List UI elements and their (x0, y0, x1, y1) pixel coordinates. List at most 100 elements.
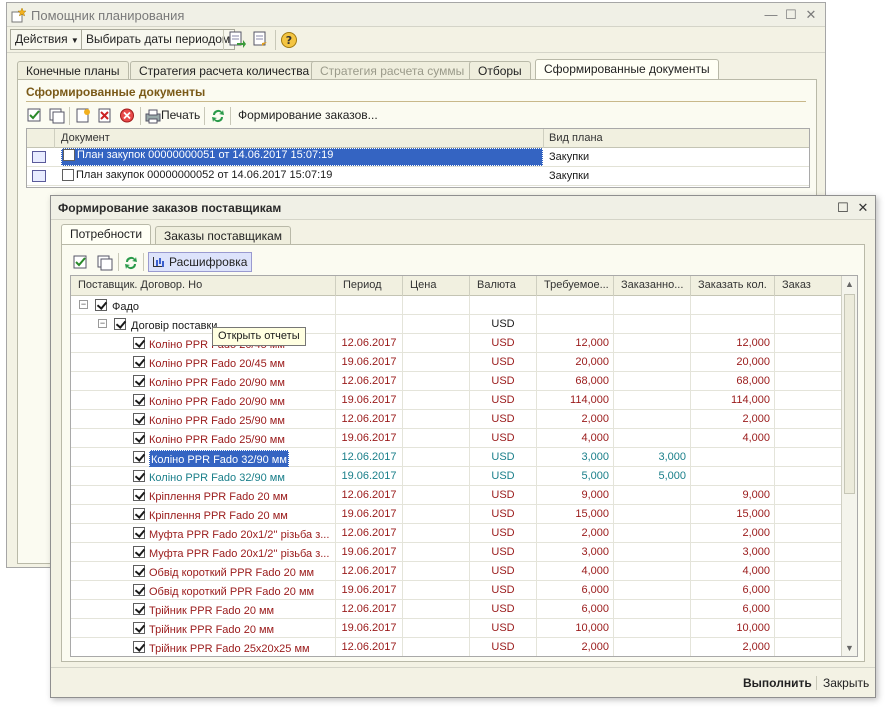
row-checkbox[interactable] (133, 584, 145, 596)
close-icon[interactable]: ✕ (853, 199, 873, 217)
row-checkbox[interactable] (133, 375, 145, 387)
table-row[interactable]: Обвід короткий PPR Fado 20 мм 19.06.2017 U… (71, 581, 842, 600)
collapse-icon[interactable]: − (79, 300, 88, 309)
column-header-to-order[interactable]: Заказать кол. (691, 276, 775, 296)
row-checkbox[interactable] (133, 432, 145, 444)
row-checkbox[interactable] (133, 470, 145, 482)
row-checkbox[interactable] (133, 622, 145, 634)
uncheck-all-icon[interactable] (48, 107, 66, 124)
report-arrow-left-icon[interactable] (227, 30, 247, 49)
table-row[interactable]: Коліно PPR Fado 25/90 мм 19.06.2017 USD 4,0… (71, 429, 842, 448)
column-header-supplier[interactable]: Поставщик. Договор. Но (71, 276, 336, 296)
form-orders-button[interactable]: Формирование заказов... (238, 108, 378, 122)
rasshifrovka-button[interactable]: Расшифровка (148, 252, 253, 272)
row-name: Коліно PPR Fado 20/90 мм (149, 377, 285, 389)
table-row[interactable]: Коліно PPR Fado 32/90 мм 12.06.2017 USD 3,0… (71, 448, 842, 467)
cancel-icon[interactable] (118, 107, 136, 124)
row-checkbox[interactable] (133, 451, 145, 463)
table-row[interactable]: План закупок 00000000052 от 14.06.2017 1… (27, 167, 809, 186)
required-cell: 2,000 (537, 638, 614, 656)
column-header-plan-type[interactable]: Вид плана (549, 132, 603, 144)
refresh-icon[interactable] (210, 108, 226, 124)
table-row[interactable]: Обвід короткий PPR Fado 20 мм 12.06.2017 U… (71, 562, 842, 581)
dialog-title-bar: Формирование заказов поставщикам ☐ ✕ (51, 196, 875, 220)
column-header-order[interactable]: Заказ (775, 276, 842, 296)
tab-quantity-strategy[interactable]: Стратегия расчета количества (130, 61, 319, 80)
table-row[interactable]: Кріплення PPR Fado 20 мм 12.06.2017 USD 9,0… (71, 486, 842, 505)
price-cell (403, 600, 470, 619)
scroll-down-icon[interactable]: ▼ (845, 643, 854, 653)
scroll-up-icon[interactable]: ▲ (845, 279, 854, 289)
tab-generated-documents[interactable]: Сформированные документы (535, 59, 719, 80)
plan-type-cell: Закупки (549, 170, 590, 182)
close-icon[interactable]: ✕ (801, 6, 821, 24)
check-all-icon[interactable] (26, 107, 44, 124)
table-row[interactable]: Коліно PPR Fado 20/90 мм 12.06.2017 USD 68,… (71, 372, 842, 391)
period-cell: 12.06.2017 (336, 334, 403, 353)
maximize-icon[interactable]: ☐ (781, 6, 801, 24)
print-button[interactable]: Печать (161, 108, 200, 122)
column-header-document[interactable]: Документ (61, 132, 110, 144)
refresh-icon[interactable] (123, 255, 139, 271)
row-checkbox[interactable] (133, 603, 145, 615)
table-row[interactable]: Трійник PPR Fado 20 мм 12.06.2017 USD 6,000… (71, 600, 842, 619)
row-checkbox[interactable] (133, 489, 145, 501)
column-header-required[interactable]: Требуемое... (537, 276, 614, 296)
printer-icon[interactable] (144, 108, 162, 124)
column-header-price[interactable]: Цена (403, 276, 470, 296)
row-checkbox[interactable] (133, 508, 145, 520)
check-all-icon[interactable] (72, 254, 90, 271)
select-period-button[interactable]: Выбирать даты периодом (81, 29, 236, 50)
ordered-cell (614, 638, 691, 656)
order-cell (775, 524, 842, 543)
table-row[interactable]: Коліно PPR Fado 32/90 мм 19.06.2017 USD 5,0… (71, 467, 842, 486)
minimize-icon[interactable]: — (761, 6, 781, 24)
delete-document-icon[interactable] (96, 107, 114, 124)
column-header-currency[interactable]: Валюта (470, 276, 537, 296)
vertical-scrollbar[interactable]: ▲ ▼ (841, 276, 857, 656)
column-header-period[interactable]: Период (336, 276, 403, 296)
table-row[interactable]: Муфта PPR Fado 20x1/2'' різьба з... 12.06… (71, 524, 842, 543)
row-checkbox[interactable] (133, 527, 145, 539)
period-cell: 19.06.2017 (336, 467, 403, 486)
row-checkbox[interactable] (114, 318, 126, 330)
row-checkbox[interactable] (133, 394, 145, 406)
table-row[interactable]: Коліно PPR Fado 25/90 мм 12.06.2017 USD 2,0… (71, 410, 842, 429)
table-row[interactable]: Кріплення PPR Fado 20 мм 19.06.2017 USD 15,… (71, 505, 842, 524)
price-cell (403, 543, 470, 562)
table-row[interactable]: − Фадо (71, 296, 842, 315)
table-row[interactable]: Трійник PPR Fado 20 мм 19.06.2017 USD 10,00… (71, 619, 842, 638)
column-header-ordered[interactable]: Заказанно... (614, 276, 691, 296)
row-checkbox[interactable] (62, 169, 74, 182)
tab-supplier-orders[interactable]: Заказы поставщикам (155, 226, 292, 245)
row-checkbox[interactable] (133, 337, 145, 349)
add-document-icon[interactable] (74, 107, 92, 124)
tab-final-plans[interactable]: Конечные планы (17, 61, 129, 80)
row-checkbox[interactable] (63, 149, 75, 162)
table-row[interactable]: Коліно PPR Fado 20/90 мм 19.06.2017 USD 114… (71, 391, 842, 410)
maximize-icon[interactable]: ☐ (833, 199, 853, 217)
scrollbar-thumb[interactable] (844, 294, 855, 494)
row-checkbox[interactable] (133, 565, 145, 577)
tab-needs[interactable]: Потребности (61, 224, 152, 245)
table-row[interactable]: Коліно PPR Fado 20/45 мм 19.06.2017 USD 20,… (71, 353, 842, 372)
table-row[interactable]: Трійник PPR Fado 25x20x25 мм 12.06.2017 US… (71, 638, 842, 656)
tooltip: Открыть отчеты (212, 327, 306, 346)
table-row[interactable]: План закупок 00000000051 от 14.06.2017 1… (27, 148, 809, 167)
tab-filters[interactable]: Отборы (469, 61, 531, 80)
row-checkbox[interactable] (133, 546, 145, 558)
report-arrow-right-icon[interactable] (251, 30, 271, 49)
close-button[interactable]: Закрыть (823, 676, 869, 690)
row-checkbox[interactable] (95, 299, 107, 311)
actions-menu-button[interactable]: Действия ▼ (10, 29, 84, 50)
table-row[interactable]: Коліно PPR Fado 20/45 мм12.06.2017USD12,… (71, 334, 842, 353)
uncheck-all-icon[interactable] (96, 254, 114, 271)
table-row[interactable]: − Договір поставки USD (71, 315, 842, 334)
execute-button[interactable]: Выполнить (743, 676, 812, 690)
row-checkbox[interactable] (133, 641, 145, 653)
collapse-icon[interactable]: − (98, 319, 107, 328)
row-checkbox[interactable] (133, 356, 145, 368)
help-icon[interactable]: ? (279, 30, 299, 49)
row-checkbox[interactable] (133, 413, 145, 425)
table-row[interactable]: Муфта PPR Fado 20x1/2'' різьба з... 19.06… (71, 543, 842, 562)
